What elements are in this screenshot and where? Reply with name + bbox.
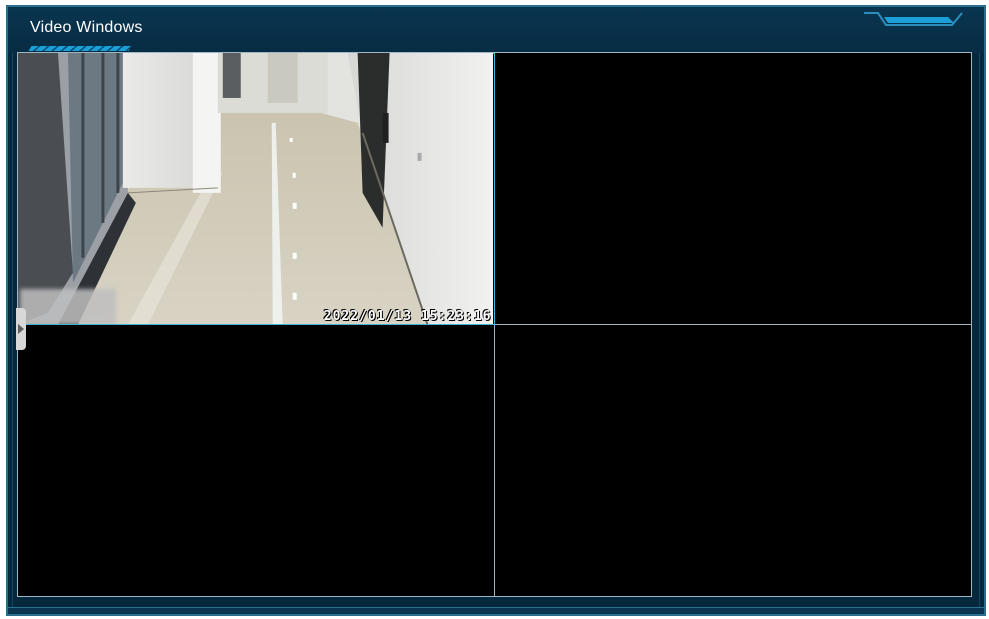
panel-title: Video Windows xyxy=(30,19,143,36)
panel-bottom-rule xyxy=(8,607,984,614)
collapse-sidebar-button[interactable] xyxy=(16,308,26,350)
corridor-camera-feed xyxy=(18,53,494,324)
chevron-right-icon xyxy=(18,324,24,334)
video-grid: 2022/01/13 15:23:16 xyxy=(17,52,972,597)
video-window-3[interactable] xyxy=(18,324,495,596)
title-accent-stripe xyxy=(28,46,132,51)
video-window-2[interactable] xyxy=(494,53,971,325)
privacy-blur-overlay xyxy=(20,289,116,324)
corner-decoration xyxy=(864,12,963,26)
video-window-4[interactable] xyxy=(494,324,971,596)
feed-timestamp: 2022/01/13 15:23:16 xyxy=(323,308,492,324)
title-bar: Video Windows xyxy=(8,7,984,53)
video-window-1[interactable]: 2022/01/13 15:23:16 xyxy=(18,53,495,325)
